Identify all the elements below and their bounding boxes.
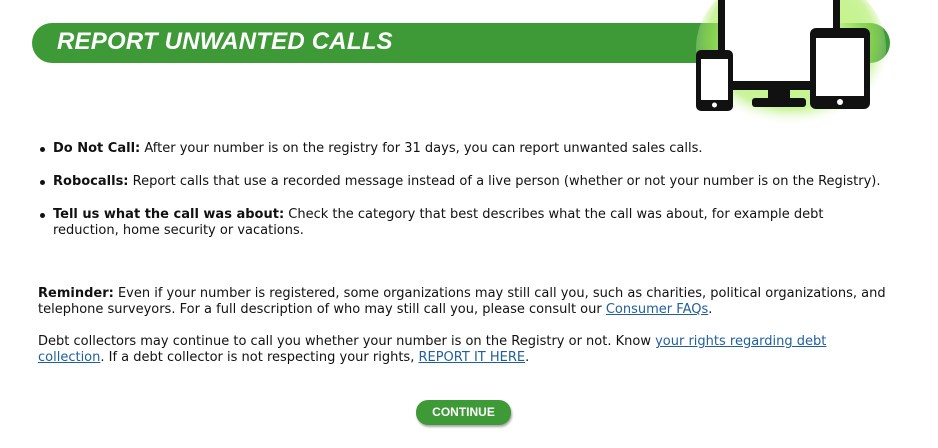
debt-end: . bbox=[525, 350, 530, 365]
bullet-label: Tell us what the call was about: bbox=[53, 207, 285, 222]
debt-paragraph: Debt collectors may continue to call you… bbox=[38, 334, 888, 366]
bullet-label: Do Not Call: bbox=[53, 141, 141, 156]
consumer-faqs-link[interactable]: Consumer FAQs bbox=[606, 302, 708, 317]
reminder-text: Even if your number is registered, some … bbox=[38, 286, 886, 317]
list-item: Robocalls: Report calls that use a recor… bbox=[36, 174, 886, 190]
report-it-here-link[interactable]: REPORT IT HERE bbox=[418, 350, 525, 365]
reminder-label: Reminder: bbox=[38, 286, 114, 301]
info-list: Do Not Call: After your number is on the… bbox=[36, 141, 886, 256]
page: REPORT UNWANTED CALLS Do Not Call: After… bbox=[0, 0, 938, 448]
list-item: Tell us what the call was about: Check t… bbox=[36, 207, 886, 239]
bullet-text: Report calls that use a recorded message… bbox=[128, 174, 881, 189]
continue-button[interactable]: CONTINUE bbox=[416, 400, 511, 425]
debt-text: Debt collectors may continue to call you… bbox=[38, 334, 656, 349]
reminder-paragraph: Reminder: Even if your number is registe… bbox=[38, 286, 888, 318]
debt-text-2: . If a debt collector is not respecting … bbox=[100, 350, 419, 365]
page-title: REPORT UNWANTED CALLS bbox=[57, 28, 393, 55]
bullet-label: Robocalls: bbox=[53, 174, 129, 189]
bullet-text: After your number is on the registry for… bbox=[140, 141, 703, 156]
list-item: Do Not Call: After your number is on the… bbox=[36, 141, 886, 157]
reminder-end: . bbox=[708, 302, 713, 317]
devices-icon bbox=[696, 0, 886, 125]
